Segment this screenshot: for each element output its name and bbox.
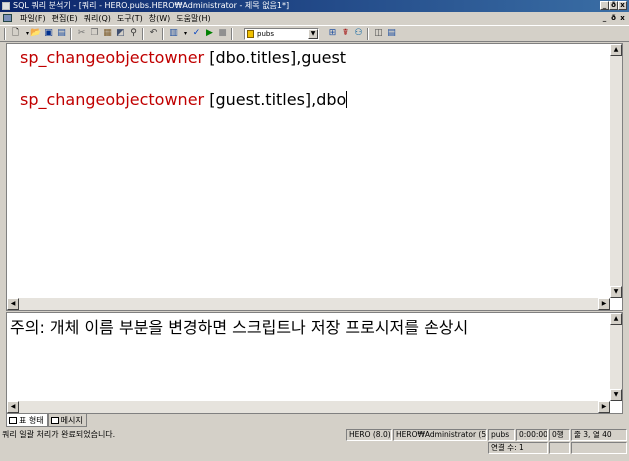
code-text: [dbo.titles],guest	[204, 48, 347, 67]
toolbar-separator	[231, 28, 233, 40]
undo-icon[interactable]: ↶	[148, 28, 159, 39]
cut-icon[interactable]: ✂	[76, 28, 87, 39]
check-icon[interactable]: ✓	[191, 28, 202, 39]
toolbar-separator	[142, 28, 144, 40]
results-tabs: 표 형태 메시지	[6, 414, 87, 427]
message-icon	[50, 416, 59, 424]
toolbar-separator	[162, 28, 164, 40]
object-search-icon[interactable]: ☤	[340, 28, 351, 39]
copy-icon[interactable]: ❐	[89, 28, 100, 39]
status-elapsed-time: 0:00:00	[516, 429, 548, 441]
code-keyword: sp_changeobjectowner	[20, 90, 205, 109]
menu-bar: 파일(F) 편집(E) 쿼리(Q) 도구(T) 창(W) 도움말(H) _ ð …	[0, 12, 629, 25]
app-icon	[2, 2, 10, 10]
messages-pane[interactable]: 주의: 개체 이름 부분을 변경하면 스크립트나 저장 프로시저를 손상시 ▲ …	[6, 312, 623, 414]
status-connections: 연결 수: 1	[488, 442, 548, 454]
execute-icon[interactable]: ▶	[204, 28, 215, 39]
menu-window[interactable]: 창(W)	[146, 12, 174, 25]
status-cursor-position: 줄 3, 열 40	[571, 429, 627, 441]
maximize-button[interactable]: ð	[609, 1, 618, 10]
editor-vertical-scrollbar[interactable]: ▲ ▼	[610, 44, 622, 298]
window-title: SQL 쿼리 분석기 - [쿼리 - HERO.pubs.HERO₩Admini…	[13, 1, 290, 10]
status-user: HERO₩Administrator (51)	[393, 429, 487, 441]
toolbar-grip	[4, 28, 6, 40]
tab-messages[interactable]: 메시지	[47, 414, 87, 427]
chevron-down-icon[interactable]: ▼	[308, 29, 318, 39]
open-icon[interactable]: 📂	[30, 28, 41, 39]
menu-tools[interactable]: 도구(T)	[114, 12, 146, 25]
document-menu-icon[interactable]	[3, 14, 12, 22]
scroll-up-icon[interactable]: ▲	[610, 313, 622, 325]
status-empty-cell	[549, 442, 570, 454]
minimize-button[interactable]: _	[600, 1, 609, 10]
toolbar: 🗋 ▾ 📂 ▣ ▤ ✂ ❐ ▦ ◩ ⚲ ↶ ▥ ▾ ✓ ▶ ■ pubs ▼ ⊞…	[0, 25, 629, 42]
clear-window-icon[interactable]: ◩	[115, 28, 126, 39]
find-icon[interactable]: ⚲	[128, 28, 139, 39]
show-results-icon[interactable]: ◫	[373, 28, 384, 39]
scroll-down-icon[interactable]: ▼	[610, 286, 622, 298]
scroll-up-icon[interactable]: ▲	[610, 44, 622, 56]
menu-query[interactable]: 쿼리(Q)	[81, 12, 114, 25]
status-bar: 쿼리 일괄 처리가 완료되었습니다. HERO (8.0) HERO₩Admin…	[0, 429, 629, 441]
status-message: 쿼리 일괄 처리가 완료되었습니다.	[2, 430, 116, 439]
save-icon[interactable]: ▣	[43, 28, 54, 39]
help-icon[interactable]: ▤	[386, 28, 397, 39]
paste-icon[interactable]: ▦	[102, 28, 113, 39]
code-line: sp_changeobjectowner [guest.titles],dbo	[20, 90, 348, 109]
menu-help[interactable]: 도움말(H)	[173, 12, 213, 25]
database-icon	[247, 30, 254, 38]
status-rows: 0행	[549, 429, 570, 441]
editor-horizontal-scrollbar[interactable]: ◀ ▶	[7, 298, 610, 310]
results-mode-icon[interactable]: ▥	[168, 28, 179, 39]
database-value: pubs	[257, 30, 274, 38]
tab-label: 메시지	[60, 415, 83, 425]
stop-icon[interactable]: ■	[217, 28, 228, 39]
scroll-right-icon[interactable]: ▶	[598, 298, 610, 310]
menu-file[interactable]: 파일(F)	[17, 12, 49, 25]
doc-close-button[interactable]: x	[618, 14, 627, 23]
code-keyword: sp_changeobjectowner	[20, 48, 205, 67]
messages-horizontal-scrollbar[interactable]: ◀ ▶	[7, 401, 610, 413]
status-database: pubs	[488, 429, 515, 441]
messages-vertical-scrollbar[interactable]: ▲ ▼	[610, 313, 622, 401]
toolbar-separator	[367, 28, 369, 40]
query-analyzer-window: SQL 쿼리 분석기 - [쿼리 - HERO.pubs.HERO₩Admini…	[0, 0, 629, 461]
message-text: 주의: 개체 이름 부분을 변경하면 스크립트나 저장 프로시저를 손상시	[10, 318, 469, 337]
database-select[interactable]: pubs ▼	[244, 28, 319, 40]
title-bar[interactable]: SQL 쿼리 분석기 - [쿼리 - HERO.pubs.HERO₩Admini…	[0, 0, 629, 12]
doc-minimize-button[interactable]: _	[600, 14, 609, 23]
results-mode-dropdown-icon[interactable]: ▾	[180, 28, 191, 39]
status-server: HERO (8.0)	[346, 429, 392, 441]
status-bar-secondary: 연결 수: 1	[0, 442, 629, 454]
grid-icon	[9, 416, 17, 424]
tab-label: 표 형태	[19, 415, 44, 425]
menu-edit[interactable]: 편집(E)	[49, 12, 81, 25]
current-connection-icon[interactable]: ⚇	[353, 28, 364, 39]
query-editor[interactable]: sp_changeobjectowner [dbo.titles],guest …	[6, 43, 623, 311]
text-caret	[346, 91, 348, 108]
scroll-left-icon[interactable]: ◀	[7, 298, 19, 310]
doc-restore-button[interactable]: ð	[609, 14, 618, 23]
code-line: sp_changeobjectowner [dbo.titles],guest	[20, 48, 346, 67]
toolbar-separator	[70, 28, 72, 40]
insert-template-icon[interactable]: ▤	[56, 28, 67, 39]
scroll-down-icon[interactable]: ▼	[610, 389, 622, 401]
close-button[interactable]: x	[618, 1, 627, 10]
scroll-left-icon[interactable]: ◀	[7, 401, 19, 413]
new-query-icon[interactable]: 🗋	[10, 28, 21, 39]
code-text: [guest.titles],dbo	[204, 90, 347, 109]
object-browser-icon[interactable]: ⊞	[327, 28, 338, 39]
scroll-right-icon[interactable]: ▶	[598, 401, 610, 413]
status-empty-cell	[571, 442, 627, 454]
tab-grid[interactable]: 표 형태	[6, 414, 48, 427]
